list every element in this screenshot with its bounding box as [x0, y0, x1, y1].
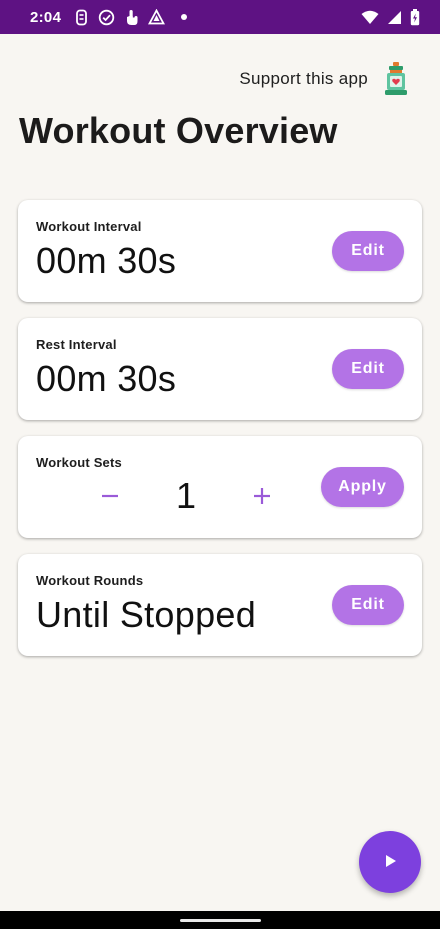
- play-icon: [382, 853, 398, 872]
- workout-interval-label: Workout Interval: [36, 219, 142, 234]
- lantern-icon: [382, 62, 410, 96]
- apply-sets-button[interactable]: Apply: [321, 467, 404, 507]
- workout-sets-label: Workout Sets: [36, 455, 122, 470]
- workout-interval-value: 00m 30s: [36, 240, 177, 281]
- notification-icon: [73, 9, 90, 26]
- workout-sets-card: Workout Sets 1 Apply: [18, 436, 422, 538]
- support-app-label: Support this app: [239, 69, 368, 88]
- workout-rounds-value: Until Stopped: [36, 594, 257, 635]
- support-app-link[interactable]: Support this app: [239, 62, 410, 96]
- wifi-icon: [361, 10, 379, 25]
- status-bar: 2:04: [0, 0, 440, 34]
- signal-icon: [387, 10, 402, 25]
- rest-interval-card: Rest Interval 00m 30s Edit: [18, 318, 422, 420]
- workout-rounds-card: Workout Rounds Until Stopped Edit: [18, 554, 422, 656]
- workout-interval-card: Workout Interval 00m 30s Edit: [18, 200, 422, 302]
- touch-icon: [123, 9, 140, 26]
- workout-overview-screen: 2:04 Support this app Workout Overview W…: [0, 0, 440, 929]
- edit-workout-interval-button[interactable]: Edit: [332, 231, 404, 271]
- edit-workout-rounds-button[interactable]: Edit: [332, 585, 404, 625]
- home-handle[interactable]: [180, 919, 261, 922]
- status-icons-right: [361, 8, 420, 26]
- plus-icon[interactable]: [250, 484, 274, 508]
- rest-interval-value: 00m 30s: [36, 358, 177, 399]
- check-circle-icon: [98, 9, 115, 26]
- sets-stepper: 1: [98, 475, 274, 516]
- triangle-icon: [148, 9, 166, 26]
- sets-count: 1: [175, 475, 197, 516]
- minus-icon[interactable]: [98, 484, 122, 508]
- rest-interval-label: Rest Interval: [36, 337, 117, 352]
- page-title: Workout Overview: [19, 110, 338, 151]
- notification-dot-icon: [181, 14, 188, 20]
- start-workout-button[interactable]: [359, 831, 421, 893]
- edit-rest-interval-button[interactable]: Edit: [332, 349, 404, 389]
- battery-icon: [410, 8, 420, 26]
- status-icons-left: [73, 9, 188, 26]
- status-time: 2:04: [30, 8, 62, 26]
- navigation-bar: [0, 911, 440, 929]
- workout-rounds-label: Workout Rounds: [36, 573, 144, 588]
